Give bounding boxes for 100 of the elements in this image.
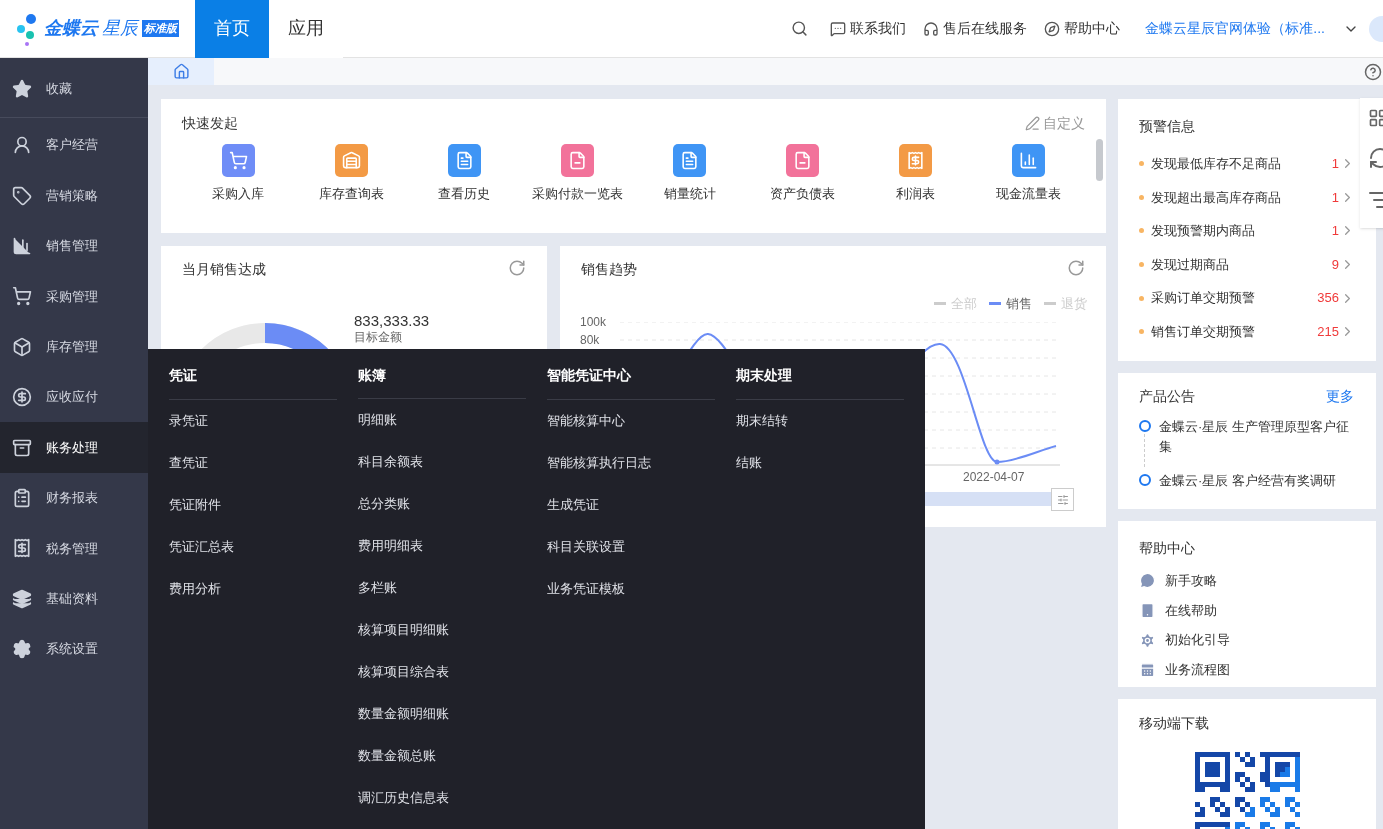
sidebar-item[interactable]: 应收应付 <box>0 371 148 423</box>
refresh-icon[interactable] <box>508 259 526 277</box>
menu-item[interactable]: 费用明细表 <box>358 537 526 579</box>
menu-item[interactable]: 智能核算执行日志 <box>547 454 715 496</box>
card-title: 预警信息 <box>1139 118 1195 134</box>
card-title: 销售趋势 <box>581 260 637 279</box>
alert-item[interactable]: 发现预警期内商品 1 <box>1139 214 1355 248</box>
tablet-icon <box>1139 602 1156 620</box>
menu-column-title: 期末处理 <box>736 366 793 385</box>
zoom-handle[interactable] <box>1051 488 1074 511</box>
tag-icon <box>12 185 32 206</box>
menu-item[interactable]: 凭证汇总表 <box>169 538 337 580</box>
menu-item[interactable]: 智能核算中心 <box>547 412 715 454</box>
announcement-link[interactable]: 金蝶云·星辰 生产管理原型客户征集 <box>1159 417 1355 457</box>
logo-product: 星辰 <box>102 17 138 40</box>
quick-launch-item[interactable]: 销量统计 <box>633 144 747 204</box>
sidebar-item[interactable]: 客户经营 <box>0 120 148 171</box>
menu-item[interactable]: 调汇历史信息表 <box>358 789 526 829</box>
quick-launch-item[interactable]: 资产负债表 <box>746 144 860 204</box>
menu-item[interactable]: 业务凭证模板 <box>547 580 715 622</box>
compass-icon <box>1044 20 1061 37</box>
sidebar-item[interactable]: 税务管理 <box>0 523 148 574</box>
search-icon[interactable] <box>791 20 809 37</box>
menu-item[interactable]: 总分类账 <box>358 495 526 537</box>
card-title: 帮助中心 <box>1139 540 1195 556</box>
help-link[interactable]: 业务流程图 <box>1139 655 1355 685</box>
alert-item[interactable]: 发现超出最高库存商品 1 <box>1139 180 1355 215</box>
header-link[interactable]: 售后在线服务 <box>923 18 1028 39</box>
card-title: 产品公告 <box>1139 387 1195 406</box>
nav-tab[interactable]: 首页 <box>195 0 269 58</box>
help-link[interactable]: 初始化引导 <box>1139 625 1355 656</box>
menu-item[interactable]: 核算项目明细账 <box>358 621 526 663</box>
legend-item[interactable]: 销售 <box>989 294 1032 314</box>
announcement-link[interactable]: 金蝶云·星辰 客户经营有奖调研 <box>1159 471 1336 491</box>
quick-launch-item[interactable]: 采购付款一览表 <box>520 144 634 204</box>
drawer-icon <box>12 437 32 458</box>
quick-launch-item[interactable]: 查看历史 <box>407 144 521 204</box>
sidebar-item[interactable]: 销售管理 <box>0 220 148 272</box>
sidebar-item[interactable]: 采购管理 <box>0 271 148 322</box>
menu-item[interactable]: 科目余额表 <box>358 453 526 495</box>
alert-item[interactable]: 发现最低库存不足商品 1 <box>1139 147 1355 181</box>
calendar-icon <box>1139 661 1156 679</box>
more-link[interactable]: 更多 <box>1326 386 1354 407</box>
card-title: 移动端下载 <box>1139 714 1210 733</box>
menu-item[interactable]: 录凭证 <box>169 412 337 454</box>
menu-item[interactable]: 凭证附件 <box>169 496 337 538</box>
headset-icon <box>923 20 940 37</box>
menu-column-title: 智能凭证中心 <box>547 366 632 385</box>
clipboard-icon <box>12 487 32 508</box>
grid-icon[interactable] <box>1368 108 1383 128</box>
sidebar-item[interactable]: 营销策略 <box>0 170 148 221</box>
sidebar-item[interactable]: 基础资料 <box>0 573 148 624</box>
menu-item[interactable]: 费用分析 <box>169 580 337 622</box>
menu-item[interactable]: 明细账 <box>358 411 526 453</box>
menu-item[interactable]: 科目关联设置 <box>547 538 715 580</box>
menu-item[interactable]: 生成凭证 <box>547 496 715 538</box>
scrollbar-thumb[interactable] <box>1096 139 1103 181</box>
menu-column-title: 凭证 <box>169 366 198 385</box>
amount-label: 目标金额 <box>354 329 403 346</box>
document-minus-icon <box>560 144 594 177</box>
warehouse-icon <box>334 144 368 177</box>
alert-item[interactable]: 发现过期商品 9 <box>1139 247 1355 282</box>
cart-icon <box>221 144 255 177</box>
menu-item[interactable]: 核算项目综合表 <box>358 663 526 705</box>
axis-label: 80k <box>580 332 600 349</box>
home-tab[interactable] <box>148 58 214 85</box>
sidebar-item[interactable]: 系统设置 <box>0 623 148 675</box>
menu-item[interactable]: 结账 <box>736 454 904 496</box>
document-minus-icon <box>786 144 820 177</box>
star-icon <box>12 78 32 99</box>
edition-badge: 标准版 <box>142 20 179 37</box>
sidebar-item[interactable]: 库存管理 <box>0 321 148 372</box>
quick-launch-item[interactable]: 库存查询表 <box>294 144 408 204</box>
layers-icon <box>12 588 32 609</box>
sidebar-item[interactable]: 财务报表 <box>0 472 148 524</box>
menu-item[interactable]: 期末结转 <box>736 412 904 454</box>
logo-brand: 金蝶云 <box>44 17 98 40</box>
menu-item[interactable]: 数量金额明细账 <box>358 705 526 747</box>
header-link[interactable]: 联系我们 <box>830 18 907 39</box>
menu-column-title: 账簿 <box>358 366 387 385</box>
quick-launch-item[interactable]: 利润表 <box>859 144 973 204</box>
quick-launch-item[interactable]: 现金流量表 <box>972 144 1085 204</box>
help-link[interactable]: 在线帮助 <box>1139 595 1355 626</box>
account-link[interactable]: 金蝶云星辰官网体验（标准... <box>1145 18 1325 39</box>
sidebar-item[interactable]: 收藏 <box>0 60 148 118</box>
menu-item[interactable]: 查凭证 <box>169 454 337 496</box>
sidebar-item[interactable]: 账务处理 <box>0 422 148 473</box>
help-link[interactable]: 新手攻略 <box>1139 566 1355 596</box>
coin-icon <box>12 387 32 408</box>
axis-label: 100k <box>580 314 607 331</box>
refresh-icon[interactable] <box>1067 259 1085 277</box>
menu-item[interactable]: 数量金额总账 <box>358 747 526 789</box>
alert-item[interactable]: 采购订单交期预警 356 <box>1139 281 1355 315</box>
chat-icon <box>830 20 847 37</box>
menu-item[interactable]: 多栏账 <box>358 579 526 621</box>
help-icon[interactable] <box>1364 62 1382 81</box>
box-icon <box>12 336 32 357</box>
alert-item[interactable]: 销售订单交期预警 215 <box>1139 314 1355 349</box>
header-link[interactable]: 帮助中心 <box>1044 18 1121 39</box>
quick-launch-item[interactable]: 采购入库 <box>182 144 295 204</box>
